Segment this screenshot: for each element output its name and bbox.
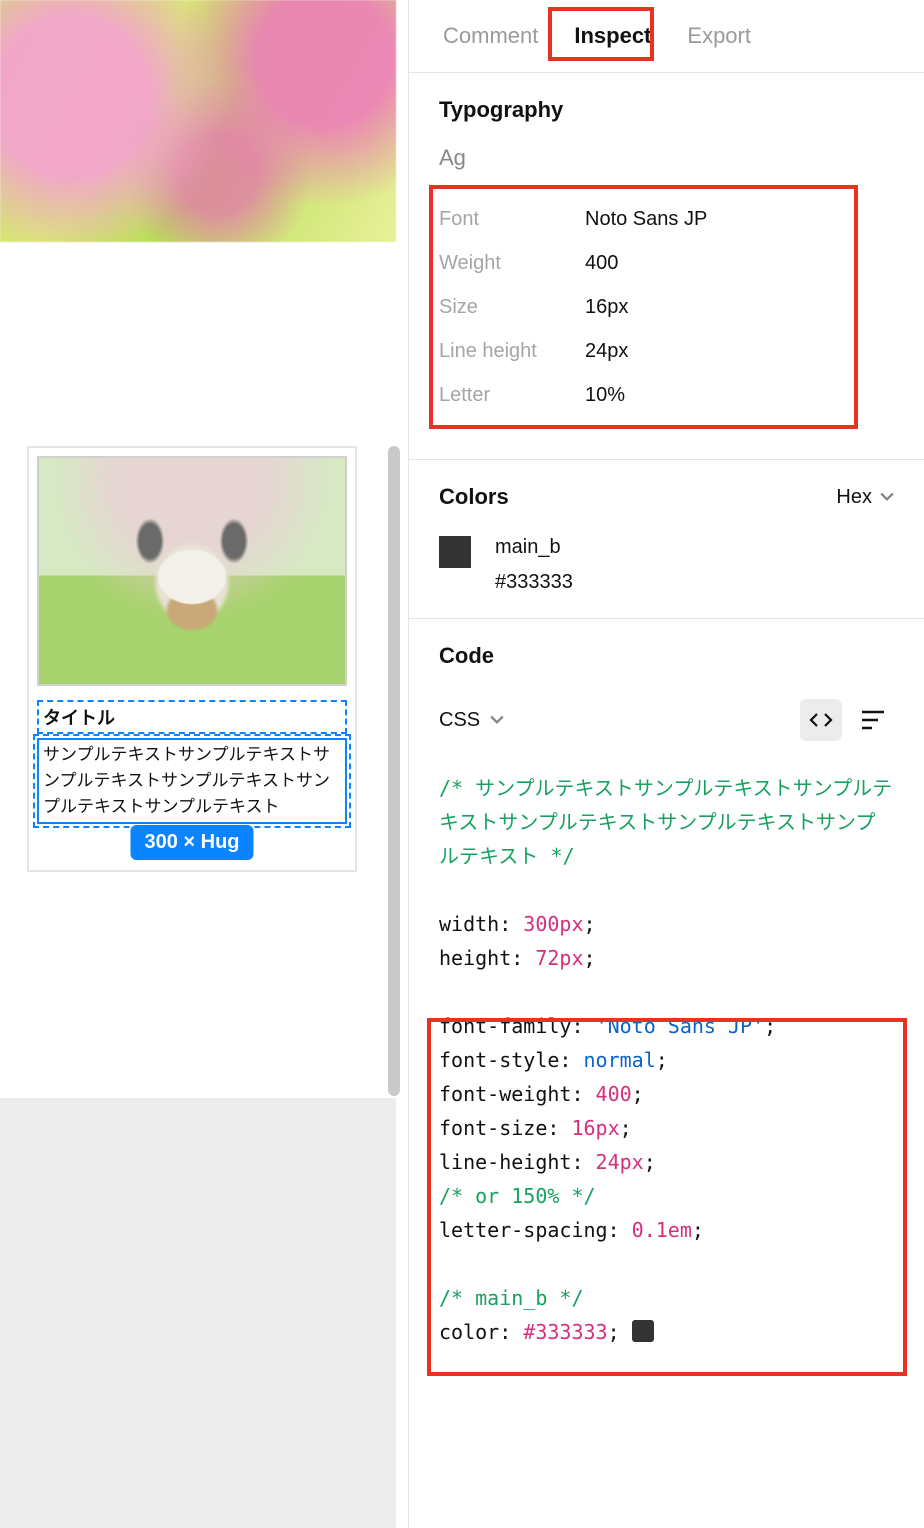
code-val: 300px [523, 912, 583, 936]
typography-size-value[interactable]: 16px [585, 296, 628, 319]
code-prop: letter-spacing: [439, 1218, 620, 1242]
inspect-panel: Comment Inspect Export Typography Ag Fon… [408, 0, 924, 1528]
code-val: normal [584, 1048, 656, 1072]
typography-letter-label: Letter [439, 384, 585, 407]
code-output[interactable]: /* サンプルテキストサンプルテキストサンプルテキストサンプルテキストサンプルテ… [439, 771, 894, 1349]
colors-heading: Colors [439, 484, 509, 510]
typography-weight-row: Weight 400 [439, 241, 848, 285]
typography-font-row: Font Noto Sans JP [439, 197, 848, 241]
code-prop: width: [439, 912, 511, 936]
canvas-background-image [0, 0, 396, 242]
inline-color-swatch [632, 1320, 654, 1342]
typography-lineheight-value[interactable]: 24px [585, 340, 628, 363]
chevron-down-icon [490, 713, 504, 727]
typography-sample: Ag [439, 145, 894, 171]
code-prop: font-family: [439, 1014, 584, 1038]
code-val: 72px [535, 946, 583, 970]
code-prop: font-style: [439, 1048, 571, 1072]
typography-properties-highlight: Font Noto Sans JP Weight 400 Size 16px L… [429, 185, 858, 429]
typography-font-value[interactable]: Noto Sans JP [585, 208, 707, 231]
code-language-dropdown[interactable]: CSS [439, 709, 504, 732]
panel-tabs: Comment Inspect Export [409, 0, 924, 73]
code-language-value: CSS [439, 709, 480, 732]
design-card-frame[interactable]: タイトル サンプルテキストサンプルテキストサンプルテキストサンプルテキストサンプ… [27, 446, 357, 872]
code-prop: font-size: [439, 1116, 559, 1140]
typography-lineheight-label: Line height [439, 340, 585, 363]
typography-size-label: Size [439, 296, 585, 319]
color-format-value: Hex [836, 486, 872, 509]
code-comment: /* main_b */ [439, 1286, 584, 1310]
typography-weight-value[interactable]: 400 [585, 252, 618, 275]
color-item[interactable]: main_b #333333 [439, 536, 894, 594]
dog-photo-placeholder [117, 508, 267, 658]
code-table-button[interactable] [852, 699, 894, 741]
code-prop: height: [439, 946, 523, 970]
tab-inspect[interactable]: Inspect [570, 17, 655, 55]
color-format-dropdown[interactable]: Hex [836, 486, 894, 509]
card-body-text-layer-selected[interactable]: サンプルテキストサンプルテキストサンプルテキストサンプルテキストサンプルテキスト… [37, 738, 347, 824]
canvas-backdrop [0, 1098, 396, 1528]
code-val: 400 [596, 1082, 632, 1106]
canvas-area[interactable]: タイトル サンプルテキストサンプルテキストサンプルテキストサンプルテキストサンプ… [0, 0, 408, 1528]
canvas-scrollbar[interactable] [388, 446, 400, 1096]
code-prop: font-weight: [439, 1082, 584, 1106]
typography-lineheight-row: Line height 24px [439, 329, 848, 373]
selection-dimensions-badge: 300 × Hug [130, 825, 253, 860]
color-swatch [439, 536, 471, 568]
code-val: 0.1em [632, 1218, 692, 1242]
typography-heading: Typography [439, 97, 894, 123]
typography-section: Typography Ag Font Noto Sans JP Weight 4… [409, 73, 924, 460]
color-hex: #333333 [495, 571, 573, 594]
code-view-button[interactable] [800, 699, 842, 741]
code-prop: color: [439, 1320, 511, 1344]
code-val: 16px [571, 1116, 619, 1140]
typography-size-row: Size 16px [439, 285, 848, 329]
card-title-text-layer[interactable]: タイトル [37, 700, 347, 734]
code-prop: line-height: [439, 1150, 584, 1174]
chevron-down-icon [880, 490, 894, 504]
code-val: 'Noto Sans JP' [596, 1014, 765, 1038]
tab-export[interactable]: Export [683, 17, 755, 55]
code-val: #333333 [523, 1320, 607, 1344]
code-heading: Code [439, 643, 494, 669]
card-image[interactable] [37, 456, 347, 686]
typography-weight-label: Weight [439, 252, 585, 275]
typography-font-label: Font [439, 208, 585, 231]
color-name: main_b [495, 536, 573, 559]
code-comment: /* or 150% */ [439, 1184, 596, 1208]
code-brackets-icon [809, 708, 833, 732]
code-val: 24px [596, 1150, 644, 1174]
typography-letter-value[interactable]: 10% [585, 384, 625, 407]
code-section: Code CSS /* サンプルテキストサンプルテキストサンプルテキストサンプル… [409, 619, 924, 1373]
typography-letter-row: Letter 10% [439, 373, 848, 417]
list-icon [862, 710, 884, 730]
colors-section: Colors Hex main_b #333333 [409, 460, 924, 619]
tab-comment[interactable]: Comment [439, 17, 542, 55]
code-comment-selector: /* サンプルテキストサンプルテキストサンプルテキストサンプルテキストサンプルテ… [439, 776, 892, 868]
